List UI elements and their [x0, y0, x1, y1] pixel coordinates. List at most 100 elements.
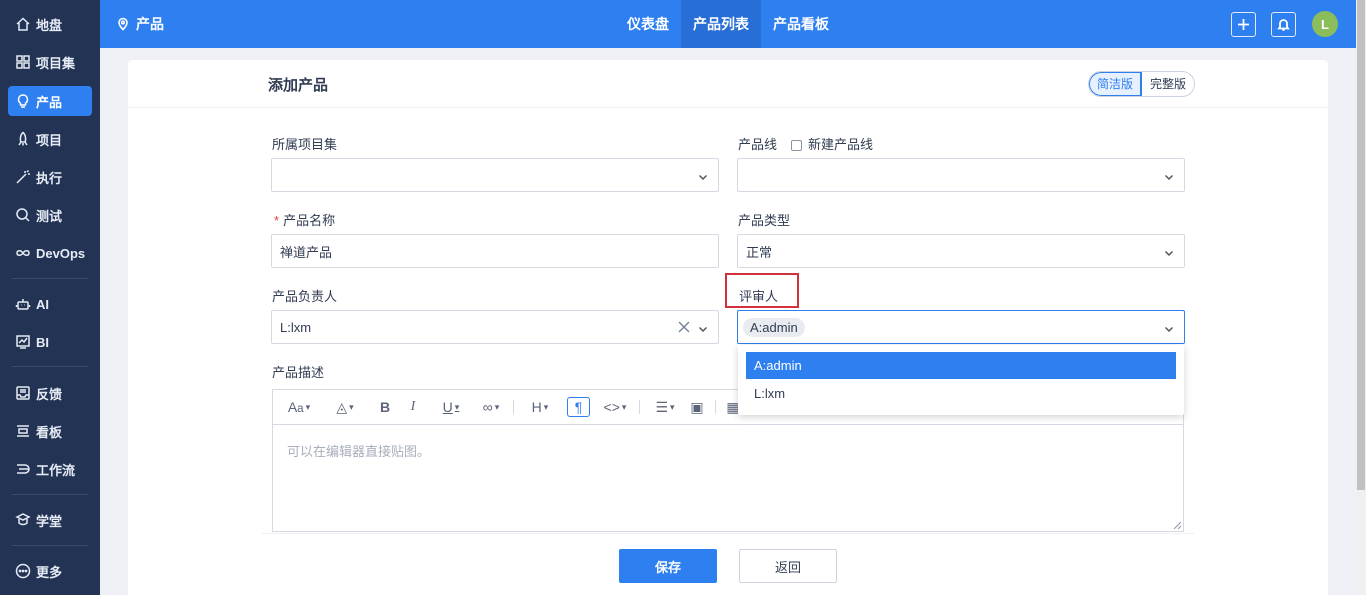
list-button[interactable]: ☰ ▾ — [649, 397, 681, 417]
sidebar-item-kanban[interactable]: 看板 — [8, 416, 92, 446]
sidebar-item-devops[interactable]: DevOps — [8, 238, 92, 268]
product-name-input[interactable]: 禅道产品 — [271, 234, 719, 268]
sidebar-item-label: 测试 — [36, 208, 63, 224]
user-avatar[interactable]: L — [1312, 11, 1338, 37]
chevron-down-icon: ▾ — [349, 401, 354, 412]
chevron-down-icon: ▾ — [454, 401, 460, 412]
more-icon — [15, 563, 31, 579]
code-icon: <> — [603, 399, 620, 415]
product-name-value: 禅道产品 — [280, 244, 333, 260]
list-icon: ☰ — [655, 398, 669, 415]
description-editor[interactable]: 可以在编辑器直接贴图。 — [272, 424, 1184, 532]
scrollbar-thumb[interactable] — [1357, 0, 1365, 490]
sidebar-item-feedback[interactable]: 反馈 — [8, 378, 92, 408]
notifications-button[interactable] — [1271, 12, 1296, 37]
create-button[interactable] — [1231, 12, 1256, 37]
sidebar-item-label: 更多 — [36, 564, 63, 580]
sidebar-item-label: AI — [36, 296, 49, 312]
chevron-down-icon — [698, 170, 708, 181]
sidebar-item-test[interactable]: 测试 — [8, 200, 92, 230]
description-label: 产品描述 — [272, 365, 325, 380]
sidebar: 地盘 项目集 产品 项目 执行 测试 DevOps AI BI 反馈 看板 工作… — [0, 0, 100, 595]
tab-product-board[interactable]: 产品看板 — [762, 0, 840, 48]
underline-icon: U — [442, 399, 453, 415]
link-button[interactable]: ∞ ▾ — [475, 397, 507, 417]
heading-button[interactable]: H ▾ — [525, 397, 555, 417]
font-icon: Aa — [287, 399, 304, 415]
bold-button[interactable]: B — [375, 397, 395, 417]
wand-icon — [15, 169, 31, 185]
location-pin-icon — [118, 17, 128, 31]
plus-icon — [1238, 19, 1249, 30]
paragraph-button[interactable]: ¶ — [567, 397, 590, 417]
workflow-icon — [15, 461, 31, 477]
sidebar-item-workflow[interactable]: 工作流 — [8, 454, 92, 484]
chevron-down-icon — [1164, 246, 1174, 257]
product-type-label: 产品类型 — [738, 213, 791, 228]
sidebar-item-label: 项目集 — [36, 55, 76, 71]
search-check-icon — [15, 207, 31, 223]
link-icon: ∞ — [482, 399, 493, 415]
program-select[interactable] — [271, 158, 719, 192]
panel-header: 添加产品 简洁版 完整版 — [128, 60, 1328, 108]
grid-icon — [15, 54, 31, 70]
paint-icon: ◬ — [336, 398, 348, 415]
product-line-select[interactable] — [737, 158, 1185, 192]
toolbar-divider — [639, 400, 640, 414]
reviewer-chip[interactable]: A:admin — [743, 317, 805, 337]
back-button[interactable]: 返回 — [739, 549, 837, 583]
resize-handle-icon[interactable] — [1173, 521, 1181, 529]
image-button[interactable]: ▣ — [687, 397, 707, 417]
product-owner-select[interactable]: L:lxm — [271, 310, 719, 344]
editor-placeholder: 可以在编辑器直接贴图。 — [287, 444, 431, 459]
dropdown-option[interactable]: A:admin — [746, 352, 1176, 379]
product-name-label-group: * 产品名称 — [274, 210, 335, 229]
chevron-down-icon — [1164, 170, 1174, 181]
bell-icon — [1277, 19, 1290, 31]
module-title-text: 产品 — [136, 16, 164, 32]
dropdown-option[interactable]: L:lxm — [746, 380, 1176, 407]
sidebar-item-more[interactable]: 更多 — [8, 556, 92, 586]
reviewer-select[interactable]: A:admin — [737, 310, 1185, 344]
reviewer-highlight-box — [725, 273, 799, 308]
underline-button[interactable]: U ▾ — [435, 397, 467, 417]
top-navbar: 产品 仪表盘 产品列表 产品看板 L — [100, 0, 1356, 48]
required-marker: * — [274, 213, 280, 228]
tab-dashboard[interactable]: 仪表盘 — [616, 0, 680, 48]
product-type-select[interactable]: 正常 — [737, 234, 1185, 268]
product-type-value: 正常 — [746, 244, 773, 260]
toolbar-divider — [715, 400, 716, 414]
new-line-label[interactable]: 新建产品线 — [808, 137, 873, 152]
school-icon — [15, 512, 31, 528]
sidebar-item-execution[interactable]: 执行 — [8, 162, 92, 192]
sidebar-item-school[interactable]: 学堂 — [8, 505, 92, 535]
sidebar-item-ai[interactable]: AI — [8, 289, 92, 319]
code-button[interactable]: <> ▾ — [599, 397, 631, 417]
reviewer-dropdown-menu: A:admin L:lxm — [738, 345, 1184, 415]
sidebar-item-product[interactable]: 产品 — [8, 86, 92, 116]
tab-product-list[interactable]: 产品列表 — [681, 0, 761, 48]
clear-icon[interactable] — [678, 321, 690, 333]
sidebar-item-label: 看板 — [36, 424, 63, 440]
sidebar-divider — [12, 545, 88, 546]
text-color-button[interactable]: ◬ ▾ — [329, 397, 361, 417]
chevron-down-icon: ▾ — [621, 401, 627, 412]
full-mode-button[interactable]: 完整版 — [1142, 72, 1194, 96]
italic-button[interactable]: I — [403, 397, 423, 417]
product-owner-value: L:lxm — [280, 319, 312, 335]
sidebar-item-label: 学堂 — [36, 513, 63, 529]
simple-mode-button[interactable]: 简洁版 — [1089, 72, 1143, 96]
rocket-icon — [15, 131, 31, 147]
sidebar-item-project[interactable]: 项目 — [8, 124, 92, 154]
sidebar-item-programs[interactable]: 项目集 — [8, 47, 92, 77]
chevron-down-icon — [1164, 322, 1174, 333]
chart-icon — [15, 334, 31, 350]
sidebar-item-bi[interactable]: BI — [8, 327, 92, 357]
sidebar-item-label: BI — [36, 334, 49, 350]
lightbulb-icon — [15, 93, 31, 109]
font-size-button[interactable]: Aa ▾ — [283, 397, 315, 417]
new-line-checkbox[interactable] — [791, 140, 803, 152]
sidebar-item-home[interactable]: 地盘 — [8, 9, 92, 39]
save-button[interactable]: 保存 — [619, 549, 717, 583]
robot-icon — [15, 296, 31, 312]
